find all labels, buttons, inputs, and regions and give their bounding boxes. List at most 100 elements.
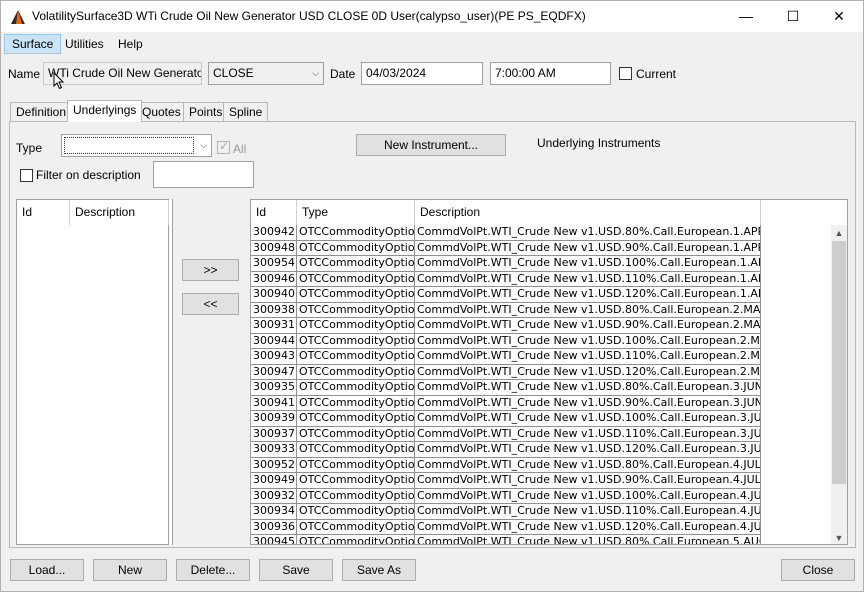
table-row[interactable]: 300932 OTCCommodityOption CommdVolPt.WTI_C… [251,488,761,504]
window-title: VolatilitySurface3D WTi Crude Oil New Ge… [32,9,586,23]
table-scrollbar[interactable]: ▲ ▼ [831,225,847,544]
type-select-focus [64,137,194,154]
row-type-cell: OTCCommodityOption [297,519,415,535]
row-type-cell: OTCCommodityOption [297,411,415,427]
table-row[interactable]: 300931 OTCCommodityOption CommdVolPt.WTI_C… [251,318,761,334]
tab-spline[interactable]: Spline [223,102,269,121]
col-id[interactable]: Id [251,200,297,225]
table-row[interactable]: 300946 OTCCommodityOption CommdVolPt.WTI_C… [251,271,761,287]
row-type-cell: OTCCommodityOption [297,535,415,544]
table-row[interactable]: 300939 OTCCommodityOption CommdVolPt.WTI_C… [251,411,761,427]
row-description-cell: CommdVolPt.WTI_Crude New v1.USD.110%.Cal… [415,426,761,442]
table-row[interactable]: 300949 OTCCommodityOption CommdVolPt.WTI_C… [251,473,761,489]
chevron-down-icon: ⌵ [312,68,319,78]
table-row[interactable]: 300944 OTCCommodityOption CommdVolPt.WTI_C… [251,333,761,349]
table-row[interactable]: 300948 OTCCommodityOption CommdVolPt.WTI_C… [251,240,761,256]
new-button[interactable]: New [93,559,167,581]
row-description-cell: CommdVolPt.WTI_Crude New v1.USD.80%.Call… [415,535,761,544]
table-row[interactable]: 300945 OTCCommodityOption CommdVolPt.WTI_C… [251,535,761,544]
row-description-cell: CommdVolPt.WTI_Crude New v1.USD.90%.Call… [415,240,761,256]
add-to-selection-button[interactable]: >> [182,259,239,281]
tab-underlyings[interactable]: Underlyings [67,100,143,122]
all-checkbox[interactable]: ✓ [217,139,230,154]
close-button[interactable]: Close [781,559,855,581]
row-description-cell: CommdVolPt.WTI_Crude New v1.USD.100%.Cal… [415,333,761,349]
row-description-cell: CommdVolPt.WTI_Crude New v1.USD.110%.Cal… [415,349,761,365]
table-row[interactable]: 300936 OTCCommodityOption CommdVolPt.WTI_C… [251,519,761,535]
menu-surface[interactable]: Surface [4,34,62,54]
table-row[interactable]: 300933 OTCCommodityOption CommdVolPt.WTI_C… [251,442,761,458]
current-label: Current [636,67,677,81]
mouse-pointer-icon [53,72,65,90]
left-col-id[interactable]: Id [17,200,70,225]
col-type[interactable]: Type [297,200,415,225]
table-row[interactable]: 300942 OTCCommodityOption CommdVolPt.WTI_C… [251,225,761,241]
row-description-cell: CommdVolPt.WTI_Crude New v1.USD.100%.Cal… [415,256,761,272]
scroll-down-icon[interactable]: ▼ [831,531,847,544]
table-row[interactable]: 300935 OTCCommodityOption CommdVolPt.WTI_C… [251,380,761,396]
table-row[interactable]: 300947 OTCCommodityOption CommdVolPt.WTI_C… [251,364,761,380]
row-type-cell: OTCCommodityOption [297,225,415,241]
date-field[interactable]: 04/03/2024 [361,62,483,85]
row-id-cell: 300946 [251,271,297,287]
table-row[interactable]: 300938 OTCCommodityOption CommdVolPt.WTI_C… [251,302,761,318]
row-type-cell: OTCCommodityOption [297,240,415,256]
tab-quotes[interactable]: Quotes [136,102,187,121]
filter-checkbox[interactable] [20,169,33,182]
row-type-cell: OTCCommodityOption [297,488,415,504]
available-list[interactable]: Id Description [16,199,169,545]
row-description-cell: CommdVolPt.WTI_Crude New v1.USD.80%.Call… [415,380,761,396]
table-row[interactable]: 300954 OTCCommodityOption CommdVolPt.WTI_C… [251,256,761,272]
minimize-button[interactable]: — [723,1,769,32]
table-body: 300942 OTCCommodityOption CommdVolPt.WTI_C… [251,225,761,544]
menu-help[interactable]: Help [111,34,150,54]
row-id-cell: 300945 [251,535,297,544]
type-select[interactable]: ⌵ [61,134,212,157]
row-id-cell: 300931 [251,318,297,334]
tab-definition[interactable]: Definition [10,102,73,121]
row-id-cell: 300938 [251,302,297,318]
close-type-value: CLOSE [213,66,254,80]
table-row[interactable]: 300940 OTCCommodityOption CommdVolPt.WTI_C… [251,287,761,303]
save-button[interactable]: Save [259,559,333,581]
row-id-cell: 300949 [251,473,297,489]
row-description-cell: CommdVolPt.WTI_Crude New v1.USD.120%.Cal… [415,287,761,303]
remove-from-selection-button[interactable]: << [182,293,239,315]
row-type-cell: OTCCommodityOption [297,287,415,303]
scroll-up-icon[interactable]: ▲ [831,226,847,240]
underlying-instruments-table[interactable]: Id Type Description 300942 OTCCommodityOp… [250,199,848,545]
table-row[interactable]: 300952 OTCCommodityOption CommdVolPt.WTI_C… [251,457,761,473]
current-checkbox[interactable] [619,67,632,80]
window-close-button[interactable]: ✕ [816,1,862,32]
row-id-cell: 300933 [251,442,297,458]
row-type-cell: OTCCommodityOption [297,364,415,380]
new-instrument-button[interactable]: New Instrument... [356,134,506,156]
maximize-button[interactable]: ☐ [770,1,816,32]
col-description[interactable]: Description [415,200,761,225]
tab-points[interactable]: Points [183,102,229,121]
row-type-cell: OTCCommodityOption [297,333,415,349]
name-field[interactable]: WTi Crude Oil New Generator [43,62,202,85]
row-type-cell: OTCCommodityOption [297,271,415,287]
table-row[interactable]: 300934 OTCCommodityOption CommdVolPt.WTI_C… [251,504,761,520]
row-type-cell: OTCCommodityOption [297,504,415,520]
table-row[interactable]: 300943 OTCCommodityOption CommdVolPt.WTI_C… [251,349,761,365]
table-row[interactable]: 300937 OTCCommodityOption CommdVolPt.WTI_C… [251,426,761,442]
row-description-cell: CommdVolPt.WTI_Crude New v1.USD.100%.Cal… [415,411,761,427]
left-col-description[interactable]: Description [70,200,169,225]
delete-button[interactable]: Delete... [176,559,250,581]
row-id-cell: 300947 [251,364,297,380]
row-description-cell: CommdVolPt.WTI_Crude New v1.USD.120%.Cal… [415,364,761,380]
load-button[interactable]: Load... [10,559,84,581]
table-row[interactable]: 300941 OTCCommodityOption CommdVolPt.WTI_C… [251,395,761,411]
row-description-cell: CommdVolPt.WTI_Crude New v1.USD.110%.Cal… [415,504,761,520]
scroll-thumb[interactable] [832,241,846,484]
filter-label: Filter on description [36,168,141,182]
menu-utilities[interactable]: Utilities [58,34,111,54]
row-id-cell: 300934 [251,504,297,520]
close-type-select[interactable]: CLOSE ⌵ [208,62,324,85]
row-type-cell: OTCCommodityOption [297,256,415,272]
save-as-button[interactable]: Save As [342,559,416,581]
time-field[interactable]: 7:00:00 AM [490,62,611,85]
filter-description-input[interactable] [153,161,254,188]
